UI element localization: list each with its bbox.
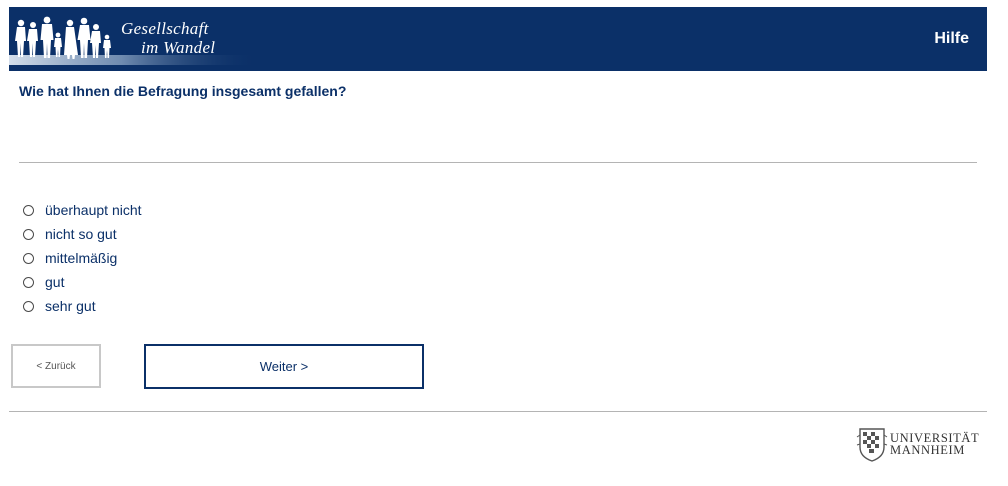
option-label: überhaupt nicht [45, 202, 142, 218]
next-button[interactable]: Weiter > [144, 344, 424, 389]
question-text: Wie hat Ihnen die Befragung insgesamt ge… [19, 83, 347, 99]
option-gut[interactable]: gut [23, 270, 142, 294]
option-label: mittelmäßig [45, 250, 118, 266]
university-name: UNIVERSITÄT MANNHEIM [890, 432, 979, 457]
header-bar: Gesellschaft im Wandel Hilfe [9, 7, 987, 71]
option-nicht-so-gut[interactable]: nicht so gut [23, 222, 142, 246]
university-crest-icon [856, 428, 888, 462]
university-logo: UNIVERSITÄT MANNHEIM [856, 425, 990, 463]
option-sehr-gut[interactable]: sehr gut [23, 294, 142, 318]
option-mittelmaessig[interactable]: mittelmäßig [23, 246, 142, 270]
answer-options: überhaupt nicht nicht so gut mittelmäßig… [23, 198, 142, 318]
radio-button[interactable] [23, 228, 34, 240]
option-ueberhaupt-nicht[interactable]: überhaupt nicht [23, 198, 142, 222]
radio-button[interactable] [23, 276, 34, 288]
university-line-2: MANNHEIM [890, 443, 965, 457]
survey-page: Gesellschaft im Wandel Hilfe Wie hat Ihn… [0, 0, 1008, 486]
divider-top [19, 162, 977, 163]
option-label: nicht so gut [45, 226, 117, 242]
brand-line-2: im Wandel [141, 38, 216, 57]
radio-button[interactable] [23, 300, 34, 312]
radio-button[interactable] [23, 252, 34, 264]
brand-line-1: Gesellschaft [121, 19, 209, 38]
option-label: sehr gut [45, 298, 96, 314]
radio-button[interactable] [23, 204, 34, 216]
back-button[interactable]: < Zurück [11, 344, 101, 388]
brand-title: Gesellschaft im Wandel [121, 19, 215, 57]
option-label: gut [45, 274, 65, 290]
divider-bottom [9, 411, 987, 412]
help-link[interactable]: Hilfe [934, 30, 969, 48]
